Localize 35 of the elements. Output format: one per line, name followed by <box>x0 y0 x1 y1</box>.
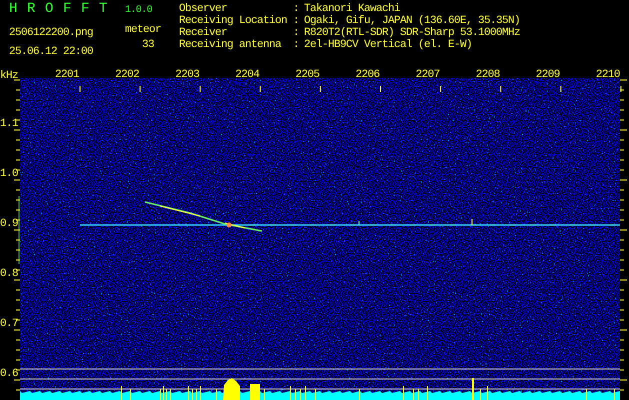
info-label: Receiving Location <box>179 15 288 27</box>
meteor-count: 33 <box>142 39 155 51</box>
time-label: 2205 <box>295 69 320 81</box>
info-value: 2el-HB9CV Vertical (el. E-W) <box>304 39 474 51</box>
info-value: Ogaki, Gifu, JAPAN (136.60E, 35.35N) <box>304 15 520 27</box>
frequency-label: 0.8 <box>0 268 18 280</box>
info-label: Observer <box>179 3 228 15</box>
info-separator: : <box>293 15 300 27</box>
info-label: Receiver <box>179 27 228 39</box>
info-value: R820T2(RTL-SDR) SDR-Sharp 53.1000MHz <box>304 27 520 39</box>
meteor-label: meteor <box>124 24 161 36</box>
time-label: 2204 <box>235 69 260 81</box>
unit-label: kHz <box>0 70 18 82</box>
time-label: 2208 <box>476 69 500 81</box>
info-value: Takanori Kawachi <box>304 3 402 15</box>
info-separator: : <box>293 39 300 51</box>
app-version: 1.0.0 <box>125 5 152 17</box>
time-label: 2207 <box>416 69 440 81</box>
frequency-label: 0.7 <box>0 318 18 330</box>
time-label: 2203 <box>175 69 200 81</box>
info-separator: : <box>293 3 300 15</box>
frequency-label: 0.9 <box>0 218 18 230</box>
file-name: 2506122200.png <box>9 27 94 39</box>
time-label: 2210 <box>596 69 620 81</box>
time-label: 2206 <box>355 69 380 81</box>
info-label: Receiving antenna <box>179 39 282 51</box>
time-label: 2209 <box>536 69 560 81</box>
frequency-label: 0.6 <box>0 368 18 380</box>
frequency-label: 1.0 <box>0 168 18 180</box>
frequency-label: 1.1 <box>0 118 18 130</box>
time-label: 2201 <box>54 69 79 81</box>
timestamp: 25.06.12 22:00 <box>9 46 94 58</box>
app-title: HROFFT <box>9 3 118 15</box>
time-label: 2202 <box>115 69 140 81</box>
info-separator: : <box>293 27 300 39</box>
